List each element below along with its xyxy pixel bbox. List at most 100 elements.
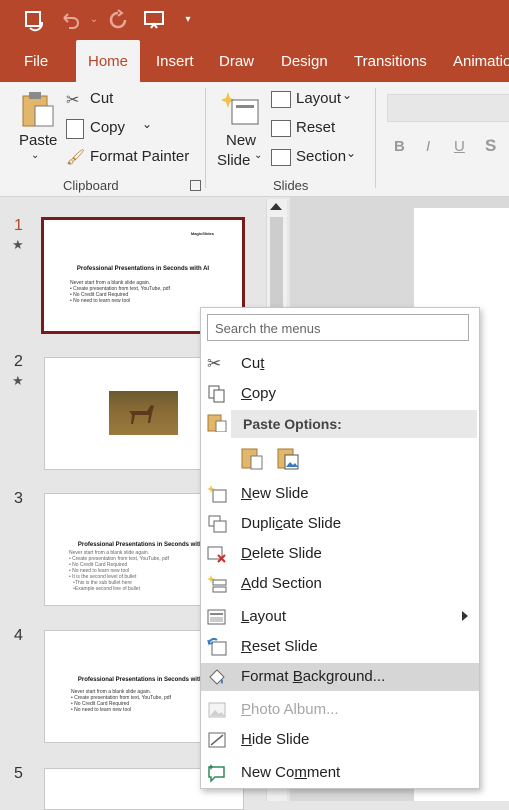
slide-number: 1 (14, 217, 23, 234)
reset-slide-icon (207, 637, 227, 657)
new-slide-icon (207, 484, 227, 504)
undo-icon[interactable] (58, 8, 82, 32)
tab-home[interactable]: Home (76, 40, 141, 82)
new-slide-dropdown-icon[interactable]: ⌄ (254, 150, 262, 161)
animation-star-icon: ★ (12, 237, 24, 252)
menu-item-photo-album: Photo Album... (201, 696, 479, 724)
menu-label: Delete Slide (241, 545, 322, 562)
menu-label: Hide Slide (241, 731, 310, 748)
menu-item-duplicate-slide[interactable]: Duplicate Slide (201, 510, 479, 538)
tab-insert[interactable]: Insert (144, 40, 206, 82)
reset-icon (271, 120, 291, 137)
slide-logo: MagicSlides (190, 231, 214, 236)
scroll-thumb[interactable] (270, 217, 283, 307)
menu-item-add-section[interactable]: Add Section (201, 570, 479, 598)
add-section-icon (207, 574, 227, 594)
bold-button[interactable]: B (394, 138, 405, 155)
section-icon (271, 149, 291, 166)
duplicate-slide-icon (207, 514, 227, 534)
menu-label: Copy (241, 385, 277, 402)
menu-item-cut[interactable]: ✂ Cut (201, 350, 479, 378)
tab-transitions[interactable]: Transitions (342, 40, 439, 82)
slide-body: Never start from a blank slide again. • … (70, 280, 170, 304)
new-slide-icon[interactable] (220, 90, 260, 126)
new-slide-label-1[interactable]: New (226, 132, 256, 149)
clipboard-launcher-icon[interactable] (190, 180, 201, 191)
paste-icon[interactable] (21, 90, 55, 128)
slides-group-label: Slides (273, 178, 309, 193)
new-comment-icon (207, 763, 227, 783)
menu-label: New Slide (241, 485, 309, 502)
ribbon-separator (205, 88, 206, 188)
underline-button[interactable]: U (454, 138, 465, 155)
paste-options-label: Paste Options: (243, 416, 342, 432)
new-slide-label-2[interactable]: Slide (217, 152, 250, 169)
menu-label: Duplicate Slide (241, 515, 342, 532)
copy-icon (207, 384, 227, 404)
deer-photo (109, 391, 178, 435)
cut-icon: ✂ (66, 92, 80, 109)
menu-label: Format Background... (241, 668, 386, 685)
layout-icon (271, 91, 291, 108)
slide-number: 2 (14, 353, 23, 370)
copy-dropdown-icon[interactable]: ⌄ (142, 117, 152, 131)
menu-item-layout[interactable]: Layout (201, 603, 479, 631)
paste-keep-formatting-icon[interactable] (241, 446, 263, 470)
section-dropdown-icon[interactable]: ⌄ (346, 146, 356, 160)
shadow-button[interactable]: S (485, 136, 496, 156)
menu-item-new-slide[interactable]: New Slide (201, 480, 479, 508)
submenu-arrow-icon (462, 611, 468, 621)
menu-label: Photo Album... (241, 701, 339, 718)
clipboard-group-label: Clipboard (63, 178, 119, 193)
menu-label: Cut (241, 355, 265, 372)
menu-item-hide-slide[interactable]: Hide Slide (201, 726, 479, 754)
context-menu: Search the menus ✂ Cut Copy Paste Option… (200, 307, 480, 789)
slide-number: 5 (14, 765, 23, 782)
copy-button[interactable]: Copy (90, 119, 125, 136)
slideshow-icon[interactable] (142, 8, 166, 32)
tab-animations[interactable]: Animatio (441, 40, 509, 82)
quick-access-toolbar: ⌄ ▾ (0, 0, 509, 40)
italic-button[interactable]: I (426, 138, 430, 155)
customize-icon[interactable]: ▾ (176, 8, 200, 32)
menu-item-copy[interactable]: Copy (201, 380, 479, 408)
menu-item-new-comment[interactable]: New Comment (201, 759, 479, 787)
menu-item-format-background[interactable]: Format Background... (201, 663, 479, 691)
section-button[interactable]: Section (296, 148, 346, 165)
hide-slide-icon (207, 730, 227, 750)
slide-title: Professional Presentations in Seconds wi… (76, 266, 210, 272)
tab-file[interactable]: File (12, 40, 60, 82)
cut-button[interactable]: Cut (90, 90, 113, 107)
menu-item-reset-slide[interactable]: Reset Slide (201, 633, 479, 661)
format-painter-icon: 🖌 (66, 149, 86, 166)
copy-icon (66, 119, 84, 139)
slide-number: 4 (14, 627, 23, 644)
slide-body: Never start from a blank slide again. • … (69, 550, 169, 592)
reset-button[interactable]: Reset (296, 119, 335, 136)
menu-label: Reset Slide (241, 638, 318, 655)
layout-icon (207, 607, 227, 627)
layout-dropdown-icon[interactable]: ⌄ (342, 88, 352, 102)
font-name-box[interactable] (387, 94, 509, 122)
format-painter-button[interactable]: Format Painter (90, 148, 189, 165)
paste-button[interactable]: Paste (19, 132, 57, 149)
layout-button[interactable]: Layout (296, 90, 341, 107)
undo-dropdown-icon[interactable]: ⌄ (82, 8, 106, 32)
scroll-up-icon[interactable] (270, 203, 282, 210)
redo-icon[interactable] (106, 8, 130, 32)
ribbon-tabs: File Home Insert Draw Design Transitions… (0, 40, 509, 82)
menu-label: Layout (241, 608, 287, 625)
autosave-icon[interactable] (22, 8, 46, 32)
menu-item-delete-slide[interactable]: Delete Slide (201, 540, 479, 568)
paste-options-header: Paste Options: (231, 410, 477, 438)
cut-icon: ✂ (207, 354, 222, 373)
paste-dropdown-icon[interactable]: ⌄ (31, 150, 39, 161)
ribbon: Paste ⌄ ✂ Cut Copy ⌄ 🖌 Format Painter Cl… (0, 82, 509, 197)
paste-picture-icon[interactable] (277, 446, 299, 470)
menu-label: Add Section (241, 575, 322, 592)
tab-draw[interactable]: Draw (207, 40, 266, 82)
paste-icon (207, 412, 227, 433)
tab-design[interactable]: Design (269, 40, 340, 82)
delete-slide-icon (207, 544, 227, 564)
menu-search-input[interactable]: Search the menus (207, 314, 469, 341)
